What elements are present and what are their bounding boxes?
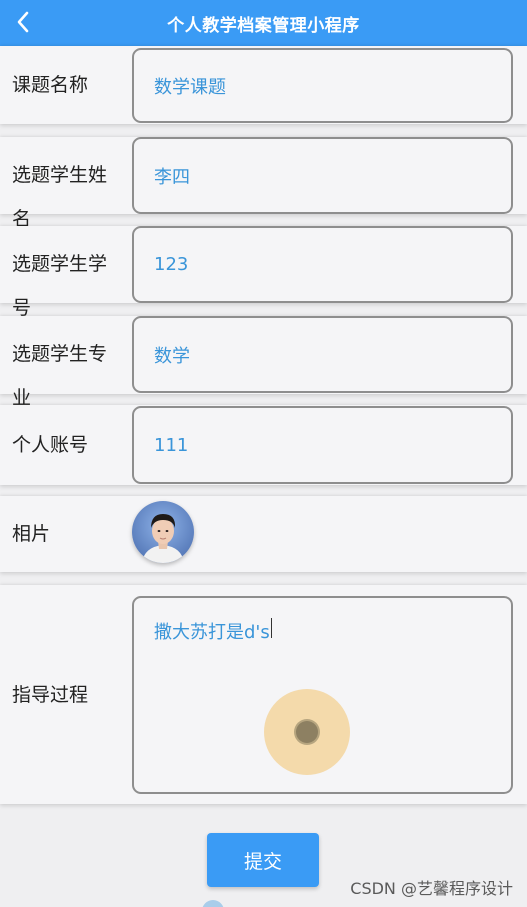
student-name-input[interactable]: 李四 — [132, 137, 513, 214]
submit-button[interactable]: 提交 — [207, 833, 319, 887]
form-row-topic: 课题名称 数学课题 — [0, 46, 527, 124]
touch-indicator — [264, 689, 350, 775]
account-label: 个人账号 — [12, 434, 89, 456]
topic-label: 课题名称 — [12, 74, 89, 96]
avatar[interactable] — [132, 501, 194, 563]
student-id-input[interactable]: 123 — [132, 226, 513, 303]
topic-value: 数学课题 — [154, 76, 226, 98]
form-row-student-name: 选题学生姓名 李四 — [0, 137, 527, 230]
process-label: 指导过程 — [12, 684, 89, 706]
form-row-photo: 相片 — [0, 496, 527, 572]
account-value: 111 — [154, 434, 189, 456]
student-id-value: 123 — [154, 254, 189, 275]
watermark: CSDN @艺馨程序设计 — [350, 879, 513, 898]
form-row-student-id: 选题学生学号 123 — [0, 226, 527, 319]
account-input[interactable]: 111 — [132, 406, 513, 484]
form-row-account: 个人账号 111 — [0, 405, 527, 485]
topic-input[interactable]: 数学课题 — [132, 48, 513, 123]
student-name-value: 李四 — [154, 166, 190, 188]
text-caret — [270, 618, 272, 638]
form-row-student-major: 选题学生专业 数学 — [0, 316, 527, 409]
student-major-value: 数学 — [154, 345, 190, 367]
student-major-input[interactable]: 数学 — [132, 316, 513, 393]
nav-bar: 个人教学档案管理小程序 — [0, 0, 527, 46]
touch-dot — [296, 721, 318, 743]
form-row-process: 指导过程 撒大苏打是d's — [0, 585, 527, 804]
process-value: 撒大苏打是d's — [154, 622, 270, 643]
floating-dot — [202, 900, 224, 907]
portrait-image — [132, 501, 194, 563]
photo-label: 相片 — [12, 523, 51, 545]
page-title: 个人教学档案管理小程序 — [167, 16, 360, 36]
